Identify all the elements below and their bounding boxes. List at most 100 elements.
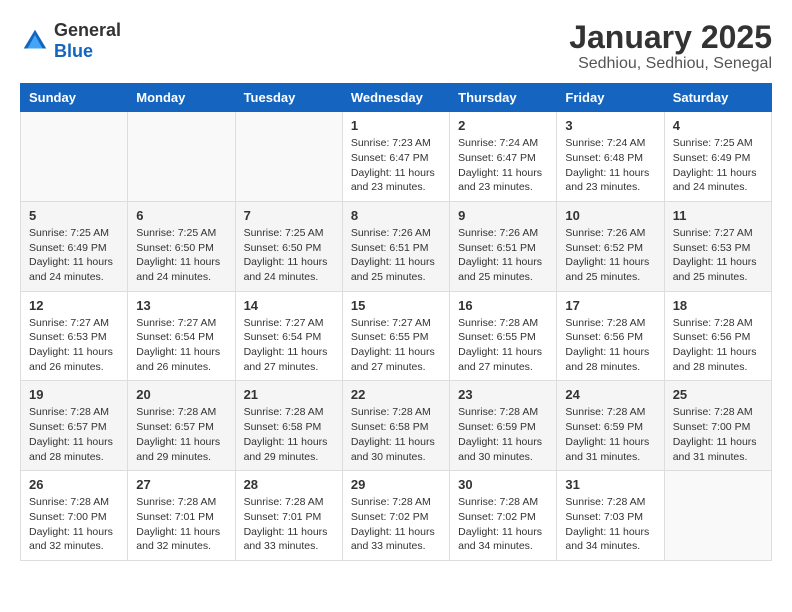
calendar-cell: 11 Sunrise: 7:27 AMSunset: 6:53 PMDayligh… [664, 201, 771, 291]
day-number: 2 [458, 118, 548, 133]
day-number: 7 [244, 208, 334, 223]
weekday-header-sunday: Sunday [21, 84, 128, 112]
logo-blue: Blue [54, 41, 93, 61]
day-number: 10 [565, 208, 655, 223]
day-number: 11 [673, 208, 763, 223]
weekday-header-tuesday: Tuesday [235, 84, 342, 112]
day-number: 9 [458, 208, 548, 223]
calendar-cell [21, 112, 128, 202]
logo-icon [20, 26, 50, 56]
calendar-cell: 2Sunrise: 7:24 AMSunset: 6:47 PMDaylight… [450, 112, 557, 202]
day-number: 19 [29, 387, 119, 402]
calendar-cell: 10 Sunrise: 7:26 AMSunset: 6:52 PMDayligh… [557, 201, 664, 291]
day-info: Sunrise: 7:28 AMSunset: 6:59 PMDaylight:… [565, 405, 655, 464]
calendar-cell: 14Sunrise: 7:27 AMSunset: 6:54 PMDayligh… [235, 291, 342, 381]
calendar-cell: 17 Sunrise: 7:28 AMSunset: 6:56 PMDayligh… [557, 291, 664, 381]
day-info: Sunrise: 7:24 AMSunset: 6:48 PMDaylight:… [565, 136, 655, 195]
day-number: 29 [351, 477, 441, 492]
calendar-cell: 23 Sunrise: 7:28 AMSunset: 6:59 PMDayligh… [450, 381, 557, 471]
day-info: Sunrise: 7:28 AMSunset: 7:02 PMDaylight:… [458, 495, 548, 554]
day-info: Sunrise: 7:28 AMSunset: 6:56 PMDaylight:… [565, 316, 655, 375]
page-subtitle: Sedhiou, Sedhiou, Senegal [569, 55, 772, 73]
day-number: 18 [673, 298, 763, 313]
day-number: 4 [673, 118, 763, 133]
title-block: January 2025 Sedhiou, Sedhiou, Senegal [569, 20, 772, 73]
weekday-header-friday: Friday [557, 84, 664, 112]
day-info: Sunrise: 7:25 AMSunset: 6:50 PMDaylight:… [136, 226, 226, 285]
logo-general: General [54, 20, 121, 40]
day-info: Sunrise: 7:26 AMSunset: 6:52 PMDaylight:… [565, 226, 655, 285]
weekday-header-thursday: Thursday [450, 84, 557, 112]
day-info: Sunrise: 7:23 AMSunset: 6:47 PMDaylight:… [351, 136, 441, 195]
day-number: 23 [458, 387, 548, 402]
day-info: Sunrise: 7:25 AMSunset: 6:49 PMDaylight:… [673, 136, 763, 195]
day-number: 17 [565, 298, 655, 313]
calendar-cell: 3 Sunrise: 7:24 AMSunset: 6:48 PMDaylight… [557, 112, 664, 202]
day-number: 6 [136, 208, 226, 223]
calendar-cell: 30 Sunrise: 7:28 AMSunset: 7:02 PMDayligh… [450, 471, 557, 561]
day-info: Sunrise: 7:28 AMSunset: 7:02 PMDaylight:… [351, 495, 441, 554]
weekday-header-monday: Monday [128, 84, 235, 112]
calendar-cell: 19 Sunrise: 7:28 AMSunset: 6:57 PMDayligh… [21, 381, 128, 471]
day-info: Sunrise: 7:28 AMSunset: 6:57 PMDaylight:… [136, 405, 226, 464]
calendar-week-row: 12Sunrise: 7:27 AMSunset: 6:53 PMDayligh… [21, 291, 772, 381]
day-number: 15 [351, 298, 441, 313]
calendar-week-row: 5Sunrise: 7:25 AMSunset: 6:49 PMDaylight… [21, 201, 772, 291]
calendar-cell: 16 Sunrise: 7:28 AMSunset: 6:55 PMDayligh… [450, 291, 557, 381]
calendar-week-row: 1 Sunrise: 7:23 AMSunset: 6:47 PMDaylight… [21, 112, 772, 202]
day-number: 8 [351, 208, 441, 223]
calendar-cell: 8Sunrise: 7:26 AMSunset: 6:51 PMDaylight… [342, 201, 449, 291]
day-number: 5 [29, 208, 119, 223]
day-number: 12 [29, 298, 119, 313]
day-info: Sunrise: 7:28 AMSunset: 6:57 PMDaylight:… [29, 405, 119, 464]
day-number: 3 [565, 118, 655, 133]
calendar-cell: 22 Sunrise: 7:28 AMSunset: 6:58 PMDayligh… [342, 381, 449, 471]
weekday-header-row: SundayMondayTuesdayWednesdayThursdayFrid… [21, 84, 772, 112]
day-info: Sunrise: 7:28 AMSunset: 7:01 PMDaylight:… [244, 495, 334, 554]
page-title: January 2025 [569, 20, 772, 55]
calendar-cell: 27Sunrise: 7:28 AMSunset: 7:01 PMDayligh… [128, 471, 235, 561]
calendar-cell: 18Sunrise: 7:28 AMSunset: 6:56 PMDayligh… [664, 291, 771, 381]
calendar-cell: 28 Sunrise: 7:28 AMSunset: 7:01 PMDayligh… [235, 471, 342, 561]
day-info: Sunrise: 7:25 AMSunset: 6:50 PMDaylight:… [244, 226, 334, 285]
day-number: 30 [458, 477, 548, 492]
day-number: 16 [458, 298, 548, 313]
calendar-cell: 4 Sunrise: 7:25 AMSunset: 6:49 PMDaylight… [664, 112, 771, 202]
day-number: 28 [244, 477, 334, 492]
calendar-cell: 12Sunrise: 7:27 AMSunset: 6:53 PMDayligh… [21, 291, 128, 381]
calendar-cell [664, 471, 771, 561]
day-number: 1 [351, 118, 441, 133]
day-info: Sunrise: 7:28 AMSunset: 7:00 PMDaylight:… [29, 495, 119, 554]
calendar-cell: 7 Sunrise: 7:25 AMSunset: 6:50 PMDaylight… [235, 201, 342, 291]
day-info: Sunrise: 7:26 AMSunset: 6:51 PMDaylight:… [458, 226, 548, 285]
day-number: 13 [136, 298, 226, 313]
calendar-cell: 13 Sunrise: 7:27 AMSunset: 6:54 PMDayligh… [128, 291, 235, 381]
calendar-cell: 25Sunrise: 7:28 AMSunset: 7:00 PMDayligh… [664, 381, 771, 471]
day-info: Sunrise: 7:27 AMSunset: 6:53 PMDaylight:… [673, 226, 763, 285]
day-info: Sunrise: 7:28 AMSunset: 6:58 PMDaylight:… [351, 405, 441, 464]
page-header: General Blue January 2025 Sedhiou, Sedhi… [20, 20, 772, 73]
day-number: 27 [136, 477, 226, 492]
day-number: 31 [565, 477, 655, 492]
day-number: 21 [244, 387, 334, 402]
day-info: Sunrise: 7:28 AMSunset: 6:58 PMDaylight:… [244, 405, 334, 464]
day-number: 14 [244, 298, 334, 313]
calendar-cell: 9 Sunrise: 7:26 AMSunset: 6:51 PMDaylight… [450, 201, 557, 291]
calendar-cell: 5Sunrise: 7:25 AMSunset: 6:49 PMDaylight… [21, 201, 128, 291]
calendar-cell [128, 112, 235, 202]
calendar-cell: 20Sunrise: 7:28 AMSunset: 6:57 PMDayligh… [128, 381, 235, 471]
calendar-cell: 26Sunrise: 7:28 AMSunset: 7:00 PMDayligh… [21, 471, 128, 561]
calendar-cell [235, 112, 342, 202]
weekday-header-wednesday: Wednesday [342, 84, 449, 112]
day-number: 22 [351, 387, 441, 402]
day-info: Sunrise: 7:27 AMSunset: 6:55 PMDaylight:… [351, 316, 441, 375]
day-info: Sunrise: 7:28 AMSunset: 7:03 PMDaylight:… [565, 495, 655, 554]
weekday-header-saturday: Saturday [664, 84, 771, 112]
day-info: Sunrise: 7:28 AMSunset: 6:59 PMDaylight:… [458, 405, 548, 464]
day-info: Sunrise: 7:28 AMSunset: 6:55 PMDaylight:… [458, 316, 548, 375]
day-info: Sunrise: 7:27 AMSunset: 6:54 PMDaylight:… [136, 316, 226, 375]
calendar-cell: 1 Sunrise: 7:23 AMSunset: 6:47 PMDaylight… [342, 112, 449, 202]
calendar-cell: 6 Sunrise: 7:25 AMSunset: 6:50 PMDaylight… [128, 201, 235, 291]
calendar-cell: 29 Sunrise: 7:28 AMSunset: 7:02 PMDayligh… [342, 471, 449, 561]
calendar-cell: 15 Sunrise: 7:27 AMSunset: 6:55 PMDayligh… [342, 291, 449, 381]
